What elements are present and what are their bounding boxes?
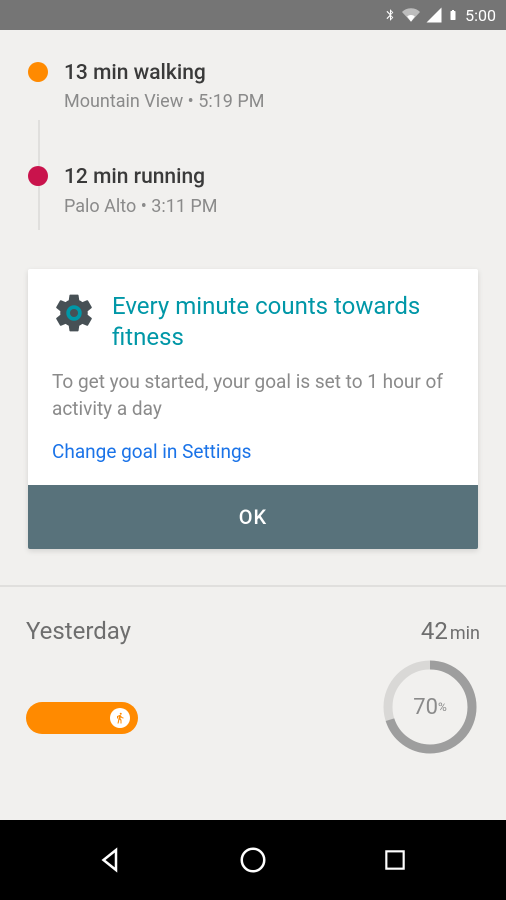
signal-icon [425,6,443,24]
card-body: To get you started, your goal is set to … [28,357,478,440]
activity-timeline: 13 min walking Mountain View • 5:19 PM 1… [0,60,506,217]
walking-pill[interactable] [26,702,138,734]
goal-card: Every minute counts towards fitness To g… [28,269,478,550]
bluetooth-icon [383,6,397,24]
recent-apps-button[interactable] [360,830,430,890]
activity-title: 13 min walking [64,60,488,87]
wifi-icon [401,6,421,24]
clock: 5:00 [465,6,496,25]
progress-ring: 70% [380,657,480,757]
nav-bar [0,820,506,900]
activity-item[interactable]: 13 min walking Mountain View • 5:19 PM [28,60,506,112]
status-bar: 5:00 [0,0,506,30]
day-label: Yesterday [26,617,131,645]
activity-dot-icon [28,166,48,186]
walking-icon [110,708,130,728]
content-area: 13 min walking Mountain View • 5:19 PM 1… [0,30,506,820]
activity-subtitle: Mountain View • 5:19 PM [64,91,488,112]
card-title: Every minute counts towards fitness [112,291,454,353]
day-row: 70% [0,645,506,757]
progress-label: 70% [380,657,480,757]
ok-button[interactable]: OK [28,485,478,549]
activity-dot-icon [28,62,48,82]
day-header: Yesterday 42min [0,587,506,645]
day-value: 42min [421,617,480,645]
activity-item[interactable]: 12 min running Palo Alto • 3:11 PM [28,164,506,216]
activity-subtitle: Palo Alto • 3:11 PM [64,196,488,217]
back-button[interactable] [76,830,146,890]
battery-icon [447,5,459,25]
gear-icon [52,291,96,335]
activity-title: 12 min running [64,164,488,191]
home-button[interactable] [218,830,288,890]
change-goal-link[interactable]: Change goal in Settings [28,440,478,485]
